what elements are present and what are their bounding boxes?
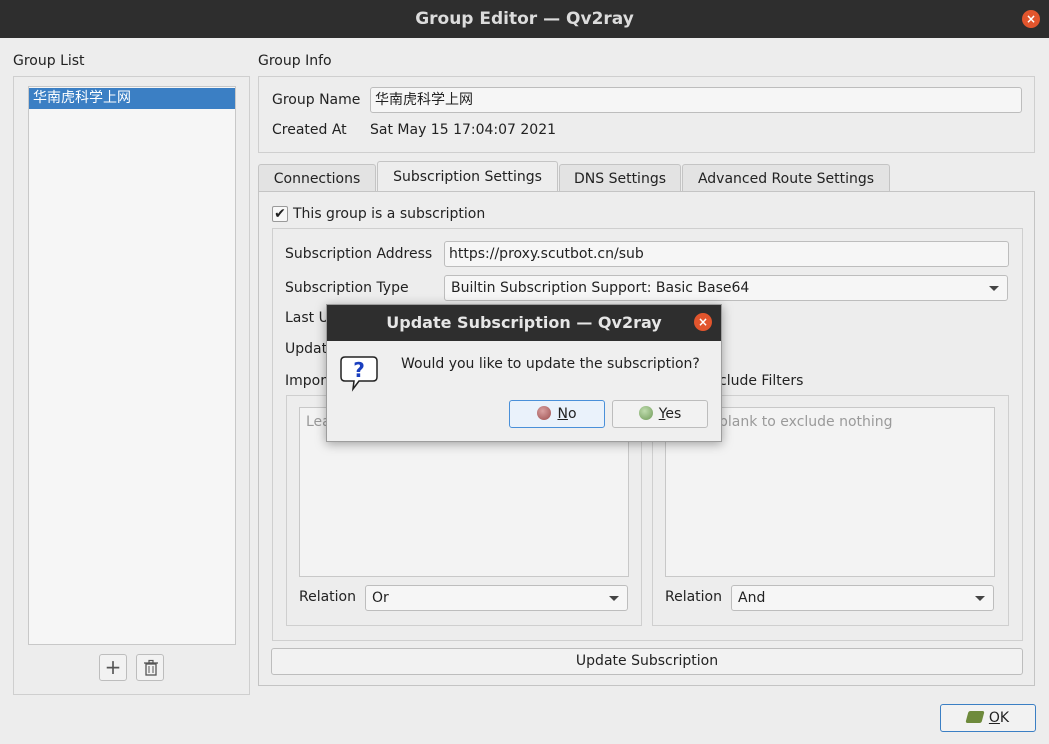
group-list[interactable] xyxy=(28,86,236,645)
dialog-message: Would you like to update the subscriptio… xyxy=(401,356,700,372)
dialog-no-button[interactable]: No xyxy=(509,400,605,428)
ok-mnemonic: O xyxy=(988,710,1000,726)
exclude-relation-select[interactable]: And xyxy=(731,585,994,611)
is-subscription-label: This group is a subscription xyxy=(293,206,486,222)
subscription-type-label: Subscription Type xyxy=(285,280,409,296)
ok-button[interactable]: OK xyxy=(940,704,1036,732)
yes-icon xyxy=(638,406,653,420)
ok-icon xyxy=(965,711,985,723)
update-subscription-dialog: Update Subscription — Qv2ray × ? Would y… xyxy=(326,304,722,442)
delete-group-button[interactable] xyxy=(136,654,164,681)
is-subscription-checkbox[interactable]: ✔ xyxy=(272,206,288,222)
question-icon: ? xyxy=(339,353,379,393)
group-info-heading: Group Info xyxy=(258,53,332,69)
dialog-titlebar: Update Subscription — Qv2ray xyxy=(327,305,721,341)
exclude-relation-value: And xyxy=(738,590,766,606)
ok-label-rest: K xyxy=(999,710,1010,726)
include-relation-value: Or xyxy=(372,590,389,606)
chevron-down-icon xyxy=(989,286,999,291)
tab-connections[interactable]: Connections xyxy=(258,164,376,192)
yes-label-rest: es xyxy=(665,406,682,422)
subscription-address-label: Subscription Address xyxy=(285,246,433,262)
window-titlebar: Group Editor — Qv2ray xyxy=(0,0,1049,38)
tab-advanced-route-settings[interactable]: Advanced Route Settings xyxy=(682,164,890,192)
include-filters-heading: Impor xyxy=(285,373,326,389)
update-interval-label: Updat xyxy=(285,341,328,357)
no-label-rest: o xyxy=(567,406,577,422)
dialog-title: Update Subscription — Qv2ray xyxy=(386,313,662,332)
checkmark-icon: ✔ xyxy=(274,206,286,222)
chevron-down-icon xyxy=(609,596,619,601)
include-relation-label: Relation xyxy=(299,589,356,605)
exclude-filters-placeholder: blank to exclude nothing xyxy=(719,414,893,430)
group-name-input[interactable]: 华南虎科学上网 xyxy=(370,87,1022,113)
group-name-label: Group Name xyxy=(272,92,361,108)
update-subscription-button[interactable]: Update Subscription xyxy=(271,648,1023,675)
subscription-type-select[interactable]: Builtin Subscription Support: Basic Base… xyxy=(444,275,1008,301)
window-close-icon[interactable]: × xyxy=(1022,10,1040,28)
svg-text:?: ? xyxy=(353,358,365,382)
add-group-button[interactable]: + xyxy=(99,654,127,681)
dialog-yes-button[interactable]: Yes xyxy=(612,400,708,428)
group-list-item[interactable]: 华南虎科学上网 xyxy=(29,88,235,109)
created-at-value: Sat May 15 17:04:07 2021 xyxy=(370,122,557,138)
created-at-label: Created At xyxy=(272,122,347,138)
chevron-down-icon xyxy=(975,596,985,601)
tab-dns-settings[interactable]: DNS Settings xyxy=(559,164,681,192)
window-title: Group Editor — Qv2ray xyxy=(415,9,634,29)
subscription-address-input[interactable]: https://proxy.scutbot.cn/sub xyxy=(444,241,1009,267)
no-mnemonic: N xyxy=(557,406,568,422)
exclude-relation-label: Relation xyxy=(665,589,722,605)
tab-subscription-settings[interactable]: Subscription Settings xyxy=(377,161,558,191)
trash-icon xyxy=(144,659,158,676)
subscription-type-value: Builtin Subscription Support: Basic Base… xyxy=(451,280,750,296)
no-icon xyxy=(537,406,552,420)
group-list-heading: Group List xyxy=(13,53,85,69)
dialog-close-icon[interactable]: × xyxy=(694,313,712,331)
last-update-label: Last U xyxy=(285,310,329,326)
include-relation-select[interactable]: Or xyxy=(365,585,628,611)
exclude-filters-heading: clude Filters xyxy=(719,373,804,389)
